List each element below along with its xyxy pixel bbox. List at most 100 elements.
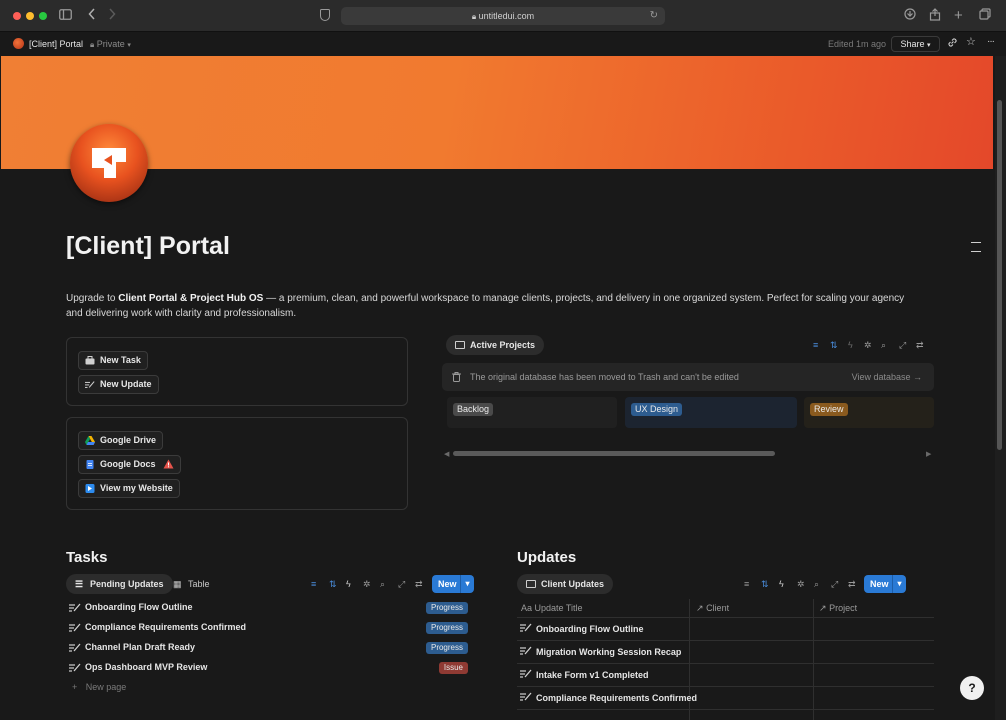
new-tab-icon[interactable]: + [954,8,963,23]
privacy-shield-icon[interactable] [320,9,330,21]
search-icon[interactable]: ⌕ [881,340,886,350]
updates-settings-icon[interactable]: ⇄ [848,579,856,589]
updates-sort-icon[interactable]: ⇅ [761,579,769,589]
forward-icon[interactable] [108,8,116,24]
more-options-icon[interactable]: ··· [987,36,995,48]
new-page-button[interactable]: + New page [72,682,126,692]
minimize-window-button[interactable] [26,12,34,20]
table-row[interactable]: Onboarding Flow Outline [517,618,934,641]
updates-automation-icon[interactable]: ϟ [779,579,784,589]
maximize-window-button[interactable] [39,12,47,20]
intro-product-name: Client Portal & Project Hub OS [118,293,264,304]
view-database-link[interactable]: View database → [852,372,922,382]
view-settings-icon[interactable]: ⇄ [916,340,924,350]
scroll-left-icon[interactable]: ◀ [444,450,449,458]
chevron-down-icon[interactable]: ▾ [892,575,906,593]
privacy-indicator[interactable]: 🔒︎ Private ▾ [90,38,131,52]
title-column-header[interactable]: Aa Update Title [521,603,583,613]
text-property-icon: Aa [521,603,533,613]
view-website-link[interactable]: View my Website [78,479,180,498]
tasks-expand-icon[interactable]: ⤢ [398,579,405,589]
new-update-button[interactable]: New Update [78,375,159,394]
table-row[interactable]: Intake Form v1 Completed [517,664,934,687]
tasks-settings-icon[interactable]: ⇄ [415,579,423,589]
download-icon[interactable] [904,8,916,24]
tasks-new-label: New [438,579,457,589]
updates-filter-icon[interactable]: ≡ [744,579,749,589]
tab-overview-icon[interactable] [979,8,991,24]
help-button[interactable]: ? [960,676,984,700]
column-status-tag: UX Design [631,403,683,416]
url-text: untitledui.com [478,11,535,21]
task-row[interactable]: Compliance Requirements Confirmed Progres… [66,618,472,638]
filter-icon[interactable]: ≡ [813,340,818,350]
quick-actions-box: New Task New Update [66,337,408,406]
address-bar[interactable]: 🔒︎ untitledui.com ↻ [341,7,665,25]
column-status-tag: Backlog [453,403,494,416]
tasks-heading: Tasks [66,549,108,566]
updates-search-icon[interactable]: ⌕ [814,579,819,589]
copy-link-icon[interactable] [947,37,958,51]
expand-icon[interactable]: ⤢ [899,340,906,350]
page-title: [Client] Portal [66,232,230,260]
page-icon [13,38,24,49]
updates-heading: Updates [517,549,577,566]
scroll-right-icon[interactable]: ▶ [926,450,931,458]
board-column[interactable]: Review [804,397,934,428]
task-row[interactable]: Ops Dashboard MVP Review Issue [66,658,472,678]
tasks-sort-icon[interactable]: ⇅ [329,579,337,589]
client-updates-label: Client Updates [541,579,605,589]
sidebar-toggle-icon[interactable] [59,8,72,24]
google-docs-link[interactable]: Google Docs [78,455,181,474]
share-sheet-icon[interactable] [929,8,941,25]
automation-icon[interactable]: ϟ [848,340,853,350]
project-column-header[interactable]: ↗ Project [819,603,857,614]
edit-lines-icon [85,381,95,388]
pending-updates-tab[interactable]: ☰ Pending Updates [66,574,173,594]
active-projects-view-tab[interactable]: Active Projects [446,335,545,355]
lock-icon: 🔒︎ [90,40,95,49]
tasks-filter-icon[interactable]: ≡ [311,579,316,589]
updates-ai-icon[interactable]: ✲ [797,579,805,589]
page-scrollbar-thumb[interactable] [997,100,1002,450]
share-button[interactable]: Share ▾ [891,36,940,52]
tasks-ai-icon[interactable]: ✲ [363,579,371,589]
sort-icon[interactable]: ⇅ [830,340,838,350]
reload-icon[interactable]: ↻ [650,7,658,25]
new-page-label: New page [85,682,127,692]
task-title: Ops Dashboard MVP Review [85,662,208,672]
updates-expand-icon[interactable]: ⤢ [831,579,838,589]
new-task-label: New Task [100,355,141,365]
breadcrumb-page-name[interactable]: [Client] Portal [29,38,83,50]
chevron-down-icon[interactable]: ▾ [460,575,474,593]
help-icon: ? [968,681,976,695]
google-drive-link[interactable]: Google Drive [78,431,164,450]
briefcase-icon [85,356,95,365]
tasks-search-icon[interactable]: ⌕ [380,579,385,589]
edit-lines-icon [520,623,532,632]
table-row[interactable]: Migration Working Session Recap [517,641,934,664]
task-row[interactable]: Onboarding Flow Outline Progress [66,598,472,618]
updates-new-button[interactable]: New ▾ [864,575,906,593]
chevron-down-icon: ▾ [927,42,931,49]
client-updates-tab[interactable]: Client Updates [517,574,614,594]
board-column[interactable]: UX Design [625,397,797,428]
board-column[interactable]: Backlog [447,397,617,428]
table-view-tab[interactable]: ▦ Table [173,574,210,594]
back-icon[interactable] [88,8,96,24]
table-view-icon: ▦ [173,579,182,589]
task-row[interactable]: Channel Plan Draft Ready Progress [66,638,472,658]
favorite-star-icon[interactable]: ☆ [966,36,976,48]
edit-lines-icon [520,646,532,655]
new-task-button[interactable]: New Task [78,351,148,370]
active-projects-label: Active Projects [470,340,536,350]
ai-sparkle-icon[interactable]: ✲ [864,340,872,350]
close-window-button[interactable] [13,12,21,20]
tasks-automation-icon[interactable]: ϟ [346,579,351,589]
client-column-header[interactable]: ↗ Client [696,603,729,614]
edit-lines-icon [69,623,81,632]
table-of-contents-icon[interactable] [971,242,981,252]
table-row[interactable]: Compliance Requirements Confirmed [517,687,934,710]
board-horizontal-scrollbar[interactable] [453,451,775,456]
tasks-new-button[interactable]: New ▾ [432,575,474,593]
